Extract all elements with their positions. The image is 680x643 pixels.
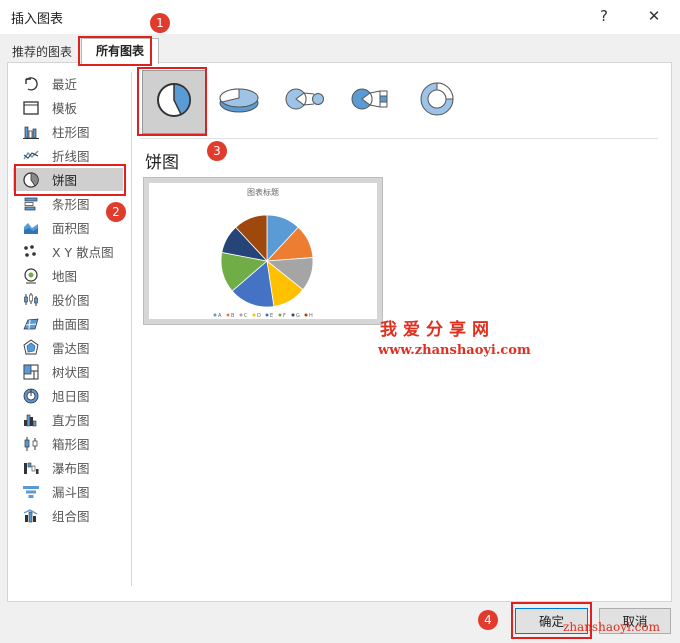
sidebar-item-waterfall[interactable]: 瀑布图: [13, 456, 123, 479]
sidebar-item-label: 组合图: [52, 509, 90, 524]
legend-marker: [265, 313, 269, 317]
subtype-3d-pie[interactable]: [208, 70, 270, 132]
step-badge-4: 4: [478, 610, 498, 630]
watermark-corner: zhanshaoyi.com: [563, 620, 660, 634]
legend-marker: [252, 313, 256, 317]
legend-label: A: [218, 313, 222, 319]
gallery-divider: [140, 138, 658, 139]
pie-of-pie-icon: [282, 79, 328, 123]
legend-marker: [291, 313, 295, 317]
sidebar-item-label: 股价图: [52, 293, 90, 308]
legend-label: B: [231, 313, 235, 319]
sidebar-item-column[interactable]: 柱形图: [13, 120, 123, 143]
sidebar-item-histogram[interactable]: 直方图: [13, 408, 123, 431]
sidebar-item-label: 曲面图: [52, 317, 90, 332]
subtype-bar-of-pie[interactable]: [340, 70, 402, 132]
legend-marker: [278, 313, 282, 317]
histogram-chart-icon: [20, 410, 42, 430]
scatter-chart-icon: [20, 242, 42, 262]
stock-chart-icon: [20, 290, 42, 310]
recent-icon: [20, 74, 42, 94]
sidebar-item-label: 雷达图: [52, 341, 90, 356]
sidebar-item-label: X Y 散点图: [52, 245, 114, 260]
3d-pie-icon: [216, 79, 262, 123]
surface-chart-icon: [20, 314, 42, 334]
waterfall-chart-icon: [20, 458, 42, 478]
sidebar-item-stock[interactable]: 股价图: [13, 288, 123, 311]
chart-preview-canvas: 图表标题 ABCDEFGH: [149, 183, 377, 319]
window-title: 插入图表: [11, 12, 64, 27]
sidebar-item-map[interactable]: 地图: [13, 264, 123, 287]
sidebar-item-label: 地图: [52, 269, 78, 284]
funnel-chart-icon: [20, 482, 42, 502]
box-whisker-chart-icon: [20, 434, 42, 454]
sidebar-divider: [131, 72, 132, 586]
selected-chart-type-title: 饼图: [145, 153, 179, 173]
legend-label: F: [283, 313, 286, 319]
chart-preview[interactable]: 图表标题 ABCDEFGH: [143, 177, 383, 325]
sidebar-item-label: 直方图: [52, 413, 90, 428]
radar-chart-icon: [20, 338, 42, 358]
legend-label: D: [257, 313, 261, 319]
column-chart-icon: [20, 122, 42, 142]
line-chart-icon: [20, 146, 42, 166]
template-icon: [20, 98, 42, 118]
area-chart-icon: [20, 218, 42, 238]
tab-recommended-charts[interactable]: 推荐的图表: [8, 41, 76, 63]
step-badge-1: 1: [150, 13, 170, 33]
legend-marker: [239, 313, 243, 317]
step-badge-2: 2: [106, 202, 126, 222]
map-chart-icon: [20, 266, 42, 286]
treemap-chart-icon: [20, 362, 42, 382]
sidebar-item-label: 面积图: [52, 221, 90, 236]
combo-chart-icon: [20, 506, 42, 526]
sidebar-item-label: 旭日图: [52, 389, 90, 404]
legend-label: G: [296, 313, 300, 319]
sidebar-item-recent[interactable]: 最近: [13, 72, 123, 95]
legend-marker: [213, 313, 217, 317]
sidebar-item-boxwhisker[interactable]: 箱形图: [13, 432, 123, 455]
subtype-pie-of-pie[interactable]: [274, 70, 336, 132]
sunburst-chart-icon: [20, 386, 42, 406]
legend-marker: [304, 313, 308, 317]
legend-label: E: [270, 313, 273, 319]
sidebar-item-radar[interactable]: 雷达图: [13, 336, 123, 359]
subtype-doughnut[interactable]: [406, 70, 468, 132]
legend-label: C: [244, 313, 248, 319]
sidebar-item-label: 树状图: [52, 365, 90, 380]
bar-of-pie-icon: [348, 79, 394, 123]
sidebar-item-label: 折线图: [52, 149, 90, 164]
highlight-all-charts-tab: [78, 36, 152, 66]
sidebar-item-combo[interactable]: 组合图: [13, 504, 123, 527]
sidebar-item-template[interactable]: 模板: [13, 96, 123, 119]
sidebar-item-label: 最近: [52, 77, 78, 92]
title-bar: 插入图表 ? ✕: [0, 0, 680, 34]
sidebar-item-area[interactable]: 面积图: [13, 216, 123, 239]
preview-pie-chart: A B C D E F G H: [213, 214, 314, 319]
sidebar-item-label: 箱形图: [52, 437, 90, 452]
step-badge-3: 3: [207, 141, 227, 161]
sidebar-item-sunburst[interactable]: 旭日图: [13, 384, 123, 407]
sidebar-item-label: 柱形图: [52, 125, 90, 140]
sidebar-item-label: 模板: [52, 101, 78, 116]
close-button[interactable]: ✕: [640, 4, 668, 28]
sidebar-item-surface[interactable]: 曲面图: [13, 312, 123, 335]
legend-marker: [226, 313, 230, 317]
sidebar-item-label: 漏斗图: [52, 485, 90, 500]
highlight-pie-item: [14, 164, 126, 196]
sidebar-item-funnel[interactable]: 漏斗图: [13, 480, 123, 503]
watermark-title: 我爱分享网: [380, 320, 495, 340]
sidebar-item-scatter[interactable]: X Y 散点图: [13, 240, 123, 263]
sidebar-item-treemap[interactable]: 树状图: [13, 360, 123, 383]
watermark-url: www.zhanshaoyi.com: [378, 343, 531, 358]
bar-chart-icon: [20, 194, 42, 214]
doughnut-icon: [417, 79, 457, 123]
highlight-pie-subtype: [137, 67, 207, 136]
help-button[interactable]: ?: [590, 4, 618, 28]
sidebar-item-label: 条形图: [52, 197, 90, 212]
legend-label: H: [309, 313, 313, 319]
sidebar-item-label: 瀑布图: [52, 461, 90, 476]
